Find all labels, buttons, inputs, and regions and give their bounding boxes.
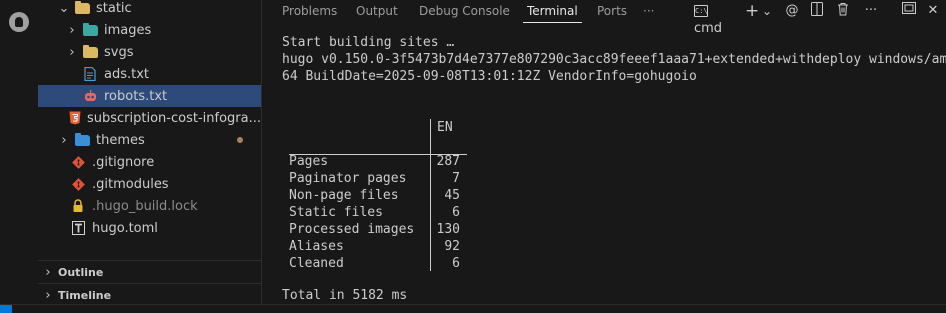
- text-file-icon: [82, 66, 98, 82]
- terminal-selector[interactable]: C:\cmd: [694, 2, 740, 36]
- chevron-right-icon: ›: [69, 22, 75, 38]
- tree-folder-themes[interactable]: › themes: [38, 129, 261, 151]
- chevron-right-icon: ›: [69, 44, 75, 60]
- build-total: Total in 5182 ms: [282, 288, 408, 303]
- folder-open-icon: [74, 0, 90, 16]
- stat-key: Processed images: [289, 222, 415, 237]
- new-terminal-button[interactable]: +: [745, 2, 759, 20]
- section-timeline[interactable]: › Timeline: [38, 284, 261, 304]
- close-panel-icon[interactable]: ✕: [925, 2, 941, 20]
- maximize-panel-icon[interactable]: [901, 2, 917, 20]
- panel: Problems Output Debug Console Terminal P…: [261, 0, 946, 304]
- stat-key: Paginator pages: [289, 171, 407, 186]
- tree-file-subscription[interactable]: subscription-cost-infogra...: [38, 107, 261, 129]
- more-actions-button[interactable]: ···: [861, 2, 881, 20]
- copilot-icon[interactable]: @: [784, 2, 800, 20]
- section-label: Outline: [58, 265, 104, 279]
- tree-folder-svgs[interactable]: › svgs: [38, 41, 261, 63]
- table-row: Paginator pages 7: [289, 170, 467, 187]
- section-outline[interactable]: › Outline: [38, 261, 261, 283]
- folder-icon: [82, 44, 98, 60]
- github-icon[interactable]: [9, 12, 29, 32]
- table-row: Non-page files 45: [289, 187, 467, 204]
- tree-folder-static[interactable]: ⌄ static: [38, 0, 261, 19]
- stat-value: 287: [436, 154, 460, 169]
- tree-label: static: [96, 0, 132, 16]
- table-row: Cleaned 6: [289, 255, 467, 272]
- tree-label: hugo.toml: [92, 220, 158, 236]
- tree-file-gitmodules[interactable]: .gitmodules: [38, 173, 261, 195]
- stat-key: Pages: [289, 154, 329, 169]
- chevron-right-icon: ›: [45, 287, 51, 303]
- tree-file-gitignore[interactable]: .gitignore: [38, 151, 261, 173]
- stat-key: Aliases: [289, 239, 344, 254]
- chevron-right-icon: ›: [61, 132, 67, 148]
- activity-rail: [0, 0, 38, 304]
- table-row: Pages 287: [289, 153, 467, 170]
- tree-label: subscription-cost-infogra...: [87, 110, 261, 126]
- stat-key: Cleaned: [289, 256, 344, 271]
- tree-label: .gitignore: [92, 154, 155, 170]
- panel-tabs: Problems Output Debug Console Terminal P…: [262, 0, 946, 36]
- folder-themes-icon: [74, 132, 90, 148]
- tree-file-robots[interactable]: robots.txt: [38, 85, 261, 107]
- stat-key: Static files: [289, 205, 383, 220]
- git-icon: [70, 176, 86, 192]
- tree-label: ads.txt: [104, 66, 150, 82]
- git-icon: [70, 154, 86, 170]
- split-terminal-icon[interactable]: [809, 2, 825, 20]
- explorer: ⌄ static › images › svgs ads.txt robots.…: [38, 0, 261, 304]
- column-header-en: EN: [437, 120, 453, 135]
- table-row: Static files 6: [289, 204, 467, 221]
- tree-label: .gitmodules: [92, 176, 169, 192]
- tree-label: robots.txt: [104, 88, 168, 104]
- tree-label: .hugo_build.lock: [92, 198, 198, 214]
- terminal-icon: C:\: [694, 4, 708, 17]
- tree-file-hugo-build-lock[interactable]: .hugo_build.lock: [38, 195, 261, 217]
- tab-debug-console[interactable]: Debug Console: [419, 0, 510, 22]
- stat-value: 130: [436, 222, 460, 237]
- modified-dot-icon: [237, 137, 243, 143]
- stat-value: 45: [444, 188, 460, 203]
- terminal-output[interactable]: Start building sites … hugo v0.150.0-3f5…: [282, 34, 946, 85]
- toml-icon: [70, 220, 86, 236]
- stat-key: Non-page files: [289, 188, 399, 203]
- table-row: Processed images 130: [289, 221, 467, 238]
- stat-value: 92: [444, 239, 460, 254]
- tree-label: themes: [96, 132, 145, 148]
- tree-file-hugo-toml[interactable]: hugo.toml: [38, 217, 261, 239]
- more-tabs-button[interactable]: ···: [643, 0, 654, 22]
- stat-value: 7: [452, 171, 460, 186]
- stat-value: 6: [452, 256, 460, 271]
- tab-terminal[interactable]: Terminal: [523, 0, 582, 23]
- folder-images-icon: [82, 22, 98, 38]
- table-row: Aliases 92: [289, 238, 467, 255]
- tree-file-ads[interactable]: ads.txt: [38, 63, 261, 85]
- tree-label: images: [104, 22, 152, 38]
- terminal-line: 64 BuildDate=2025-09-08T13:01:12Z Vendor…: [282, 69, 697, 84]
- chevron-right-icon: ›: [45, 264, 51, 280]
- tree-label: svgs: [104, 44, 134, 60]
- terminal-line: hugo v0.150.0-3f5473b7d4e7377e807290c3ac…: [282, 52, 946, 67]
- tree-folder-images[interactable]: › images: [38, 19, 261, 41]
- tab-problems[interactable]: Problems: [282, 0, 337, 22]
- tab-output[interactable]: Output: [356, 0, 398, 22]
- chevron-down-icon: ⌄: [58, 0, 70, 16]
- tab-ports[interactable]: Ports: [597, 0, 627, 22]
- stat-value: 6: [452, 205, 460, 220]
- section-label: Timeline: [58, 288, 112, 302]
- terminal-line: Start building sites …: [282, 35, 455, 50]
- robot-icon: [82, 88, 98, 104]
- trash-icon[interactable]: [835, 2, 851, 20]
- lock-icon: [70, 198, 86, 214]
- html5-icon: [69, 110, 81, 126]
- chevron-down-icon[interactable]: ⌄: [761, 2, 773, 20]
